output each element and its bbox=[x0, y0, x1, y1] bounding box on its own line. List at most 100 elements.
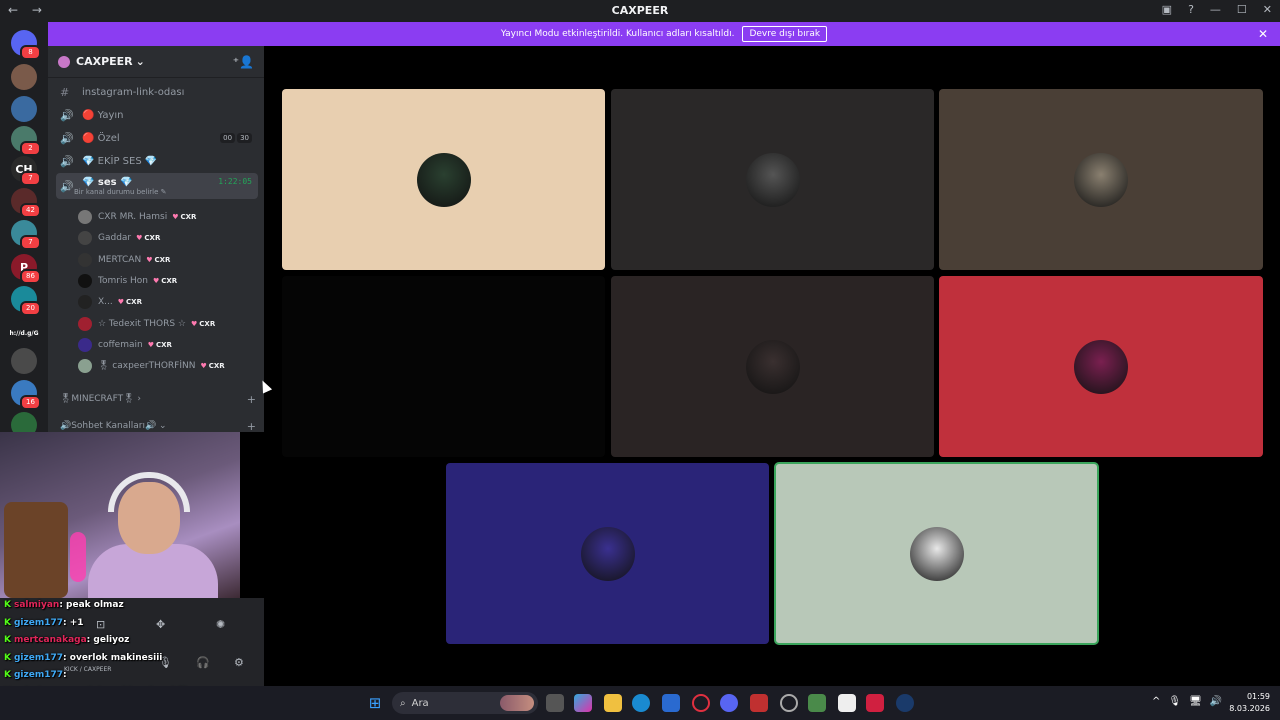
voice-member[interactable]: 🎖 caxpeerTHORFİNN ♥ CXR bbox=[78, 357, 225, 375]
add-channel-icon[interactable]: + bbox=[247, 420, 256, 432]
voice-member[interactable]: coffemain ♥ CXR bbox=[78, 336, 172, 354]
voice-member[interactable]: Tomris Hon ♥ CXR bbox=[78, 272, 177, 290]
close-window-button[interactable]: ✕ bbox=[1263, 3, 1272, 16]
copilot-icon[interactable] bbox=[574, 694, 592, 712]
obs-icon[interactable] bbox=[780, 694, 798, 712]
voice-member[interactable]: CXR MR. Hamsi ♥ CXR bbox=[78, 208, 196, 226]
clock[interactable]: 01:59 8.03.2026 bbox=[1229, 691, 1270, 715]
tray-icon[interactable]: ^ bbox=[1152, 696, 1160, 707]
chat-username: gizem177 bbox=[13, 670, 64, 680]
tray-icon[interactable]: 🎙 bbox=[1168, 696, 1181, 707]
mention-badge: 7 bbox=[20, 171, 41, 186]
server-icon-4[interactable]: CH 7 bbox=[11, 156, 41, 186]
chat-message: Kgizem177: +1 bbox=[4, 618, 84, 628]
server-icon-10[interactable] bbox=[11, 348, 37, 374]
task-view-icon[interactable] bbox=[546, 694, 564, 712]
activities-icon[interactable]: ✥ bbox=[156, 618, 165, 631]
channel-category[interactable]: 🎖MINECRAFT🎖 › + bbox=[60, 393, 256, 406]
headphones-icon[interactable]: 🎧 bbox=[196, 656, 210, 669]
server-icon-0[interactable]: 8 bbox=[11, 30, 41, 60]
member-tag: ♥ CXR bbox=[146, 256, 170, 264]
steam-icon[interactable] bbox=[896, 694, 914, 712]
banner-text: Yayıncı Modu etkinleştirildi. Kullanıcı … bbox=[500, 29, 735, 39]
participant-tile[interactable] bbox=[446, 463, 769, 644]
participant-tile[interactable] bbox=[282, 276, 605, 457]
avatar bbox=[78, 295, 92, 310]
heart-icon: ♥ bbox=[146, 255, 153, 264]
screen-share-icon[interactable]: ⊡ bbox=[96, 618, 105, 631]
clock-date: 8.03.2026 bbox=[1229, 704, 1270, 713]
server-icon-7[interactable]: P 86 bbox=[11, 254, 41, 284]
window-title: CAXPEER bbox=[611, 4, 669, 17]
channel-user-count: 00 30 bbox=[220, 133, 252, 143]
channel-voice-2[interactable]: 🔊 🔴 Özel 00 30 bbox=[56, 128, 258, 148]
server-icon-2[interactable] bbox=[11, 96, 37, 122]
voice-member[interactable]: Gaddar ♥ CXR bbox=[78, 229, 160, 247]
tray-icon[interactable]: 🖥 bbox=[1189, 696, 1202, 707]
avatar bbox=[78, 337, 92, 352]
channel-voice-4[interactable]: 🔊 💎 ses 💎 1:22:05 Bir kanal durumu belirle … bbox=[56, 173, 258, 199]
server-label bbox=[11, 348, 37, 374]
member-tag: ♥ CXR bbox=[136, 234, 160, 242]
server-icon-9[interactable]: h://d.g/G bbox=[9, 320, 39, 346]
inbox-icon[interactable]: ▣ bbox=[1162, 3, 1172, 16]
add-member-icon[interactable]: ⁺👤 bbox=[233, 55, 254, 69]
participant-tile[interactable] bbox=[282, 89, 605, 270]
channel-text-0[interactable]: # instagram-link-odası bbox=[56, 82, 258, 102]
taskbar-search[interactable]: ⌕ Ara bbox=[392, 692, 538, 714]
maximize-button[interactable]: ☐ bbox=[1237, 3, 1247, 16]
chat-text: : +1 bbox=[63, 618, 84, 628]
heart-icon: ♥ bbox=[172, 213, 179, 221]
windows-taskbar: ⊞ ⌕ Ara ^ 🎙 🖥 🔊 01:59 8.03.2026 bbox=[0, 686, 1280, 720]
voice-member[interactable]: X... ♥ CXR bbox=[78, 293, 142, 311]
minimize-button[interactable]: — bbox=[1210, 3, 1221, 16]
disable-streamer-mode-button[interactable]: Devre dışı bırak bbox=[742, 26, 828, 42]
channel-name: 🔴 Yayın bbox=[82, 109, 124, 121]
participant-tile[interactable] bbox=[611, 276, 934, 457]
app-red-icon[interactable] bbox=[866, 694, 884, 712]
close-icon[interactable]: ✕ bbox=[1258, 27, 1268, 41]
server-icon-1[interactable] bbox=[11, 64, 37, 90]
heart-icon: ♥ bbox=[200, 362, 207, 371]
participant-tile[interactable] bbox=[611, 89, 934, 270]
windows-start-icon[interactable]: ⊞ bbox=[366, 694, 384, 712]
chat-username: mertcanakaga bbox=[13, 635, 87, 645]
settings-gear-icon[interactable]: ⚙ bbox=[234, 656, 244, 669]
server-icon-8[interactable]: 20 bbox=[11, 286, 41, 316]
channel-voice-1[interactable]: 🔊 🔴 Yayın bbox=[56, 105, 258, 125]
chat-username: gizem177 bbox=[13, 653, 64, 663]
channel-category[interactable]: 🔊Sohbet Kanalları🔊 ⌄ + bbox=[60, 420, 256, 432]
minecraft-icon[interactable] bbox=[808, 694, 826, 712]
file-explorer-icon[interactable] bbox=[604, 694, 622, 712]
discord-taskbar-icon[interactable] bbox=[720, 694, 738, 712]
store-icon[interactable] bbox=[662, 694, 680, 712]
channel-status[interactable]: Bir kanal durumu belirle ✎ bbox=[74, 188, 167, 196]
soundboard-icon[interactable]: ✺ bbox=[216, 618, 225, 631]
member-tag: ♥ CXR bbox=[118, 298, 142, 306]
tray-icon[interactable]: 🔊 bbox=[1210, 696, 1222, 707]
server-icon-6[interactable]: 7 bbox=[11, 220, 41, 250]
participant-tile[interactable] bbox=[939, 89, 1263, 270]
server-label: h://d.g/G bbox=[9, 329, 39, 337]
participant-tile[interactable] bbox=[774, 462, 1099, 645]
neon-light bbox=[70, 532, 86, 582]
server-name: CAXPEER bbox=[76, 55, 133, 68]
server-icon-11[interactable]: 16 bbox=[11, 380, 41, 410]
server-header[interactable]: CAXPEER ⌄ ⁺👤 bbox=[48, 46, 264, 78]
capcut-icon[interactable] bbox=[838, 694, 856, 712]
add-channel-icon[interactable]: + bbox=[247, 393, 256, 406]
help-icon[interactable]: ? bbox=[1188, 3, 1194, 16]
chat-message: Ksalmiyan: peak olmaz bbox=[4, 600, 124, 610]
voice-member[interactable]: MERTCAN ♥ CXR bbox=[78, 251, 170, 269]
chat-username: gizem177 bbox=[13, 618, 64, 628]
server-icon-3[interactable]: 2 bbox=[11, 126, 41, 156]
voice-member[interactable]: ☆ Tedexit THORS ☆ ♥ CXR bbox=[78, 315, 215, 333]
opera-icon[interactable] bbox=[692, 694, 710, 712]
edge-browser-icon[interactable] bbox=[632, 694, 650, 712]
chair bbox=[4, 502, 68, 598]
channel-voice-3[interactable]: 🔊 💎 EKİP SES 💎 bbox=[56, 151, 258, 171]
participant-tile[interactable] bbox=[939, 276, 1263, 457]
heart-icon: ♥ bbox=[136, 234, 143, 243]
server-icon-5[interactable]: 42 bbox=[11, 188, 41, 218]
app-taskbar-icon[interactable] bbox=[750, 694, 768, 712]
